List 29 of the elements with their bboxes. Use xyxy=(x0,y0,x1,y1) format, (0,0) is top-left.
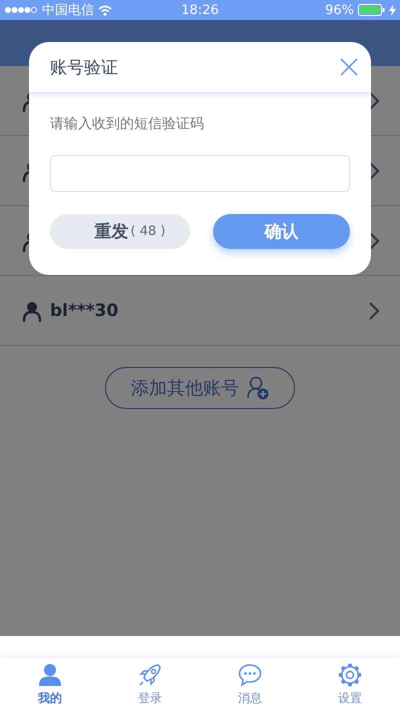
chevron-right-icon xyxy=(368,90,380,110)
chevron-right-icon xyxy=(368,230,380,250)
chevron-right-icon xyxy=(368,160,380,180)
dialog-title: 账号验证 xyxy=(50,56,118,78)
battery-icon xyxy=(358,4,385,16)
battery-percent: 96% xyxy=(325,2,354,18)
tab-item[interactable]: 设置 xyxy=(300,658,400,711)
signal-icon xyxy=(4,6,38,14)
account-name: bl***30 xyxy=(50,300,118,320)
account-row[interactable]: bl***30 xyxy=(0,276,400,346)
code-input-field[interactable] xyxy=(50,155,350,192)
tab-item[interactable]: 我的 xyxy=(0,658,100,711)
charging-icon xyxy=(389,4,396,16)
add-account-button[interactable]: 添加其他账号 xyxy=(105,367,295,409)
settings-icon xyxy=(338,662,362,686)
tab-item[interactable]: 消息 xyxy=(200,658,300,711)
status-time: 18:26 xyxy=(181,2,219,18)
chat-bubble-icon xyxy=(238,662,262,686)
dialog-prompt: 请输入收到的短信验证码 xyxy=(50,115,205,133)
wifi-icon xyxy=(98,4,112,16)
rocket-icon xyxy=(138,662,162,686)
confirm-button[interactable]: 确认 xyxy=(213,214,350,249)
tab-item[interactable]: 登录 xyxy=(100,658,200,711)
carrier-name: 中国电信 xyxy=(42,2,94,19)
close-icon[interactable] xyxy=(340,58,358,76)
chevron-right-icon xyxy=(368,300,380,320)
person-icon xyxy=(38,662,62,686)
add-user-icon xyxy=(247,376,269,400)
person-icon xyxy=(22,300,42,322)
